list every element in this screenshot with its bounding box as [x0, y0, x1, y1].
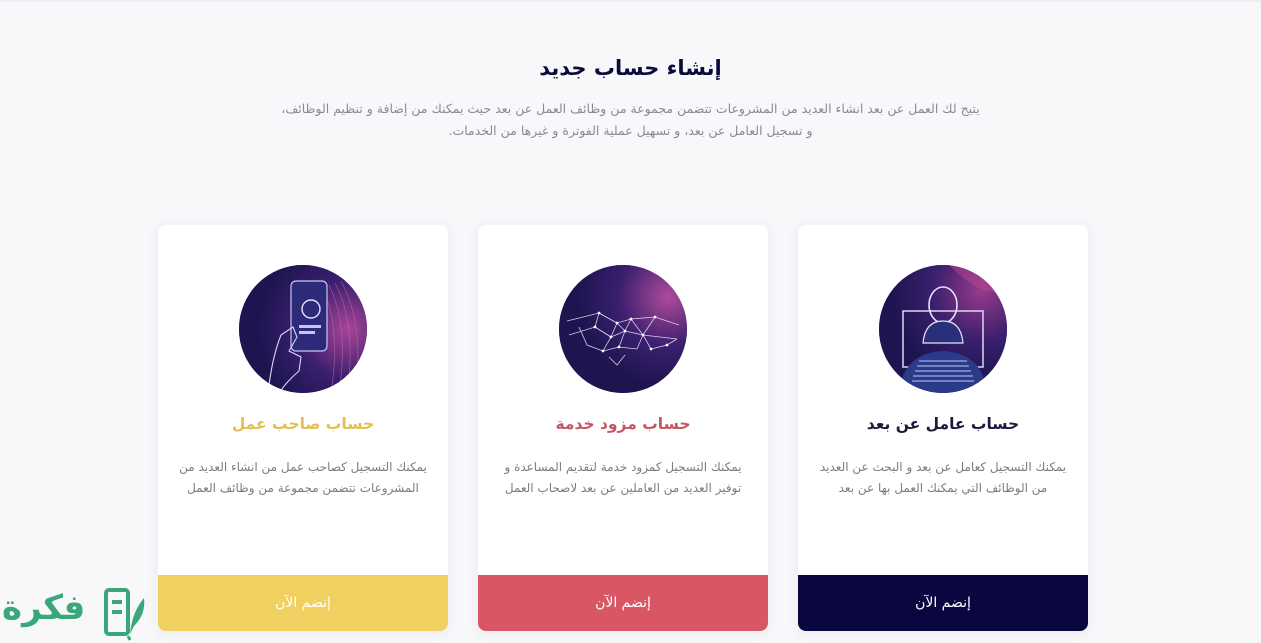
card-description: يمكنك التسجيل كصاحب عمل من انشاء العديد … — [179, 460, 427, 495]
card-title: حساب صاحب عمل — [231, 415, 375, 433]
card-description: يمكنك التسجيل كمزود خدمة لتقديم المساعدة… — [504, 460, 742, 495]
card-remote-worker: حساب عامل عن بعد يمكنك التسجيل كعامل عن … — [798, 225, 1088, 631]
page-header: إنشاء حساب جديد يتيح لك العمل عن بعد انش… — [0, 56, 1261, 142]
handshake-illustration — [559, 265, 687, 393]
account-types: حساب عامل عن بعد يمكنك التسجيل كعامل عن … — [158, 225, 1088, 631]
page-description: يتيح لك العمل عن بعد انشاء العديد من الم… — [281, 101, 980, 138]
site-logo: فكرة — [0, 582, 152, 643]
join-now-button-employer[interactable]: إنضم الآن — [158, 575, 448, 631]
remote-worker-illustration — [879, 265, 1007, 393]
card-title: حساب عامل عن بعد — [866, 415, 1020, 433]
card-description: يمكنك التسجيل كعامل عن بعد و البحث عن ال… — [819, 460, 1067, 495]
phone-in-hand-illustration — [239, 265, 367, 393]
book-leaf-logo-icon — [100, 584, 150, 643]
top-border — [0, 0, 1261, 3]
card-service-provider: حساب مزود خدمة يمكنك التسجيل كمزود خدمة … — [478, 225, 768, 631]
card-employer: حساب صاحب عمل يمكنك التسجيل كصاحب عمل من… — [158, 225, 448, 631]
join-now-button-remote-worker[interactable]: إنضم الآن — [798, 575, 1088, 631]
join-now-button-service-provider[interactable]: إنضم الآن — [478, 575, 768, 631]
card-title: حساب مزود خدمة — [555, 415, 691, 433]
logo-text: فكرة — [2, 588, 86, 628]
page-title: إنشاء حساب جديد — [539, 56, 722, 80]
